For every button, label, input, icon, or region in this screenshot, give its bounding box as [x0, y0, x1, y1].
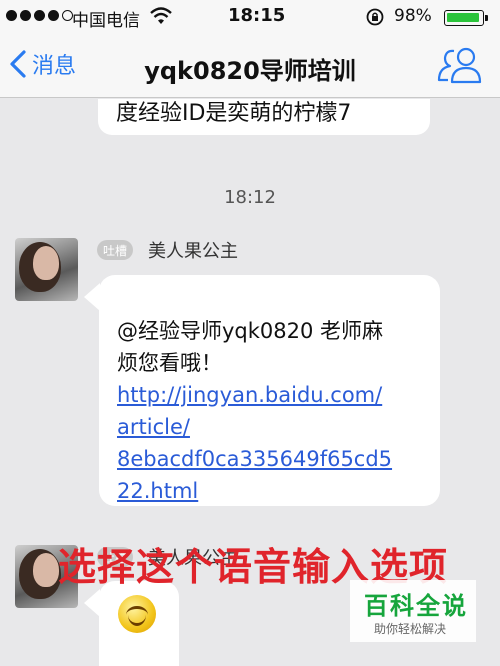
message-text-line: 烦您看哦！ — [117, 351, 222, 375]
battery-icon — [444, 10, 484, 26]
avatar[interactable] — [15, 238, 78, 301]
navigation-bar: 消息 yqk0820导师培训 — [0, 34, 500, 98]
battery-level-fill — [447, 13, 479, 22]
wifi-icon — [150, 7, 172, 24]
page-title: yqk0820导师培训 — [144, 57, 356, 85]
status-time: 18:15 — [228, 5, 286, 26]
previous-message-bubble: 度经验ID是奕萌的柠檬7 — [98, 99, 430, 135]
message-timestamp: 18:12 — [224, 187, 276, 208]
message-text-line: @经验导师yqk0820 老师麻 — [117, 319, 384, 343]
message-link-line[interactable]: 22.html — [117, 475, 422, 507]
rotation-lock-icon — [366, 8, 384, 26]
signal-strength-icon — [6, 10, 73, 21]
bubble-tail — [84, 589, 100, 617]
watermark-subtitle: 助你轻松解决 — [374, 622, 447, 636]
message-link-line[interactable]: article/ — [117, 411, 422, 443]
carrier-label: 中国电信 — [72, 11, 140, 31]
battery-tip — [485, 15, 488, 21]
group-members-icon[interactable] — [436, 46, 484, 84]
status-bar: 中国电信 18:15 98% — [0, 0, 500, 34]
message-bubble[interactable]: @经验导师yqk0820 老师麻 烦您看哦！ http://jingyan.ba… — [99, 275, 440, 506]
battery-percent: 98% — [394, 6, 432, 26]
message-link-line[interactable]: 8ebacdf0ca335649f65cd5 — [117, 443, 422, 475]
watermark-title: 百科全说 — [364, 592, 468, 620]
sender-name: 美人果公主 — [148, 241, 238, 262]
smiley-icon — [118, 595, 156, 633]
previous-message-text: 度经验ID是奕萌的柠檬7 — [116, 101, 352, 126]
bubble-tail — [84, 283, 100, 311]
status-badge: 吐槽 — [97, 240, 134, 260]
watermark: 百科全说 助你轻松解决 — [350, 580, 476, 642]
message-link-line[interactable]: http://jingyan.baidu.com/ — [117, 379, 422, 411]
